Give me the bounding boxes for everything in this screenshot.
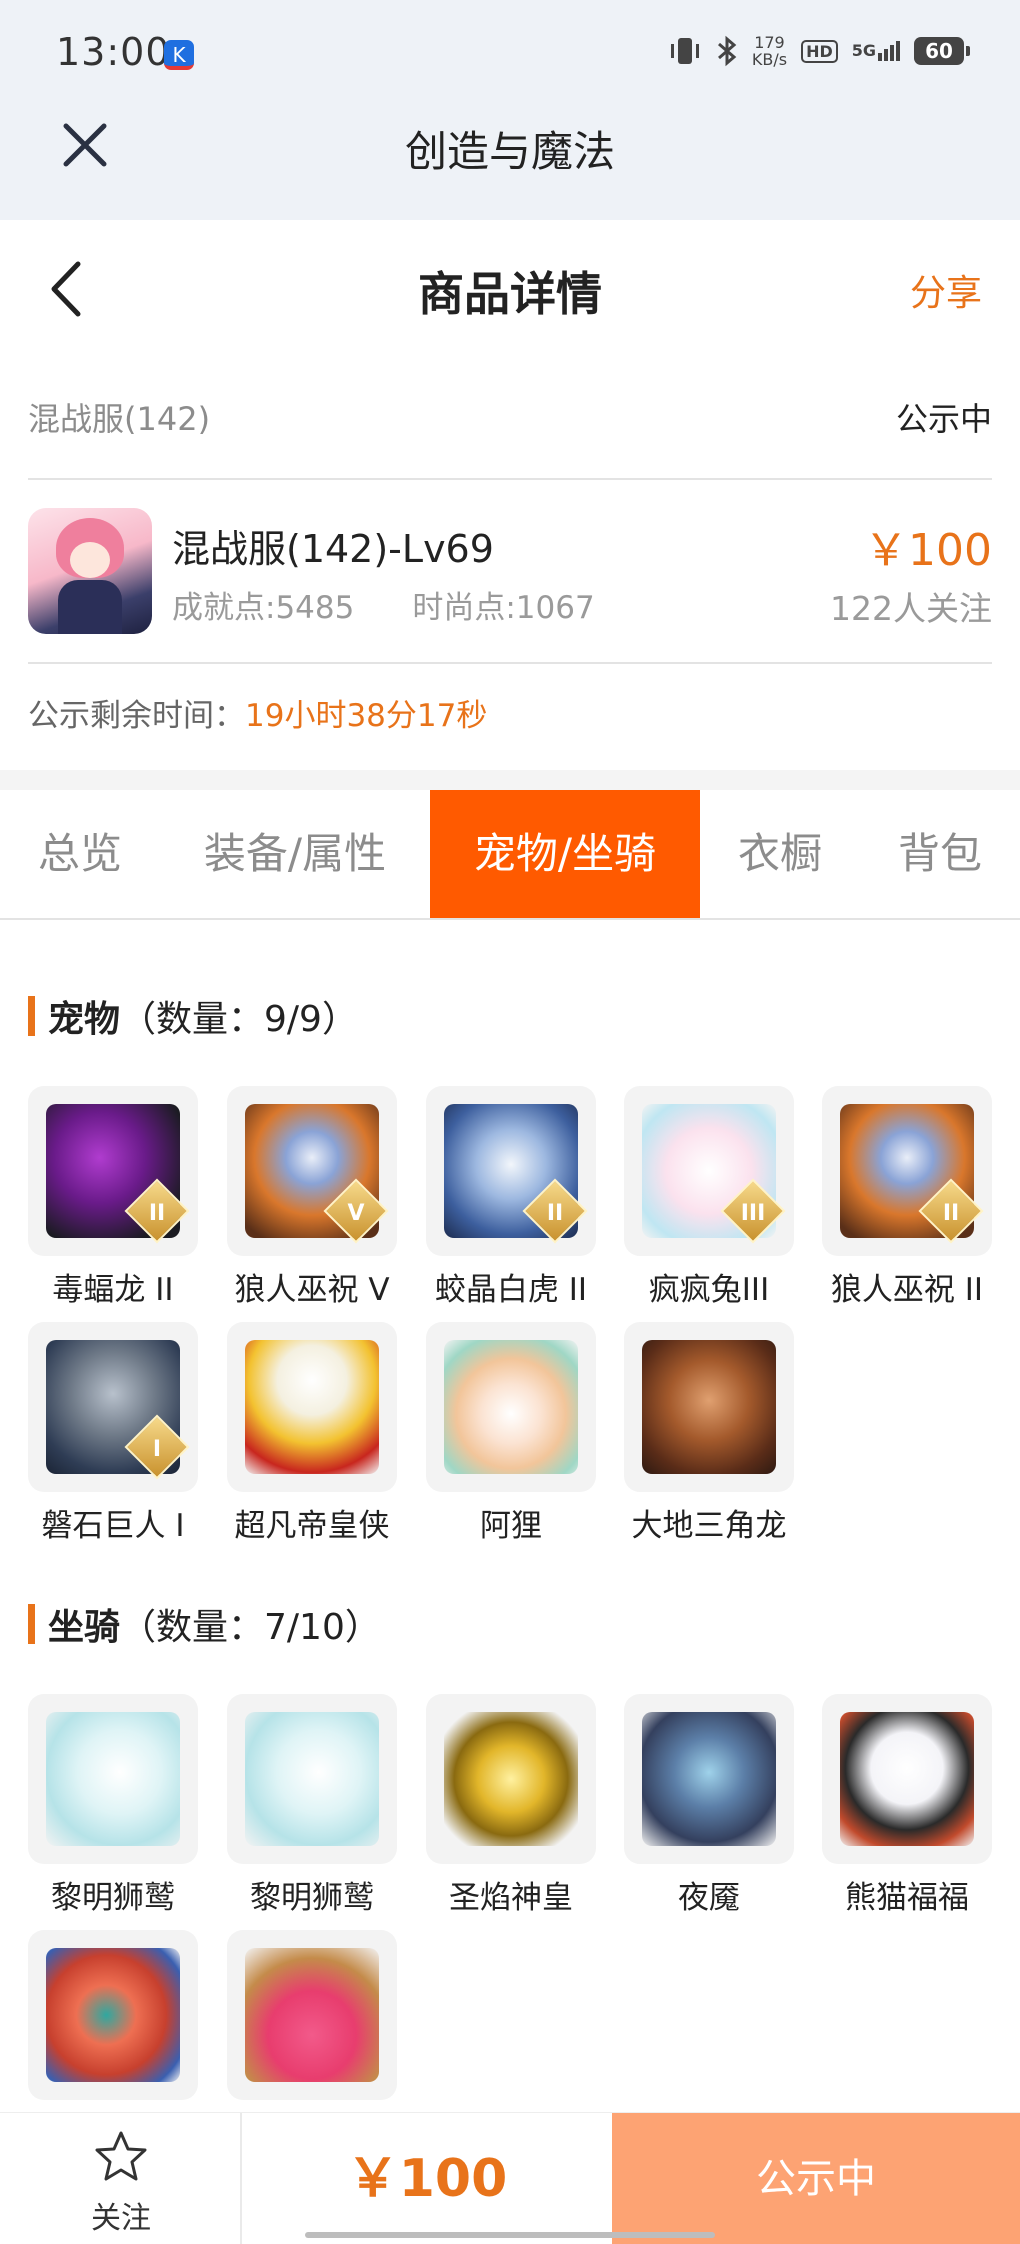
- notification-app-icon: K: [164, 40, 194, 70]
- app-title: 创造与魔法: [404, 127, 615, 176]
- star-icon: [95, 2131, 147, 2181]
- achievement-points: 成就点:5485: [172, 590, 355, 626]
- stone-giant-pet-icon: I: [28, 1322, 198, 1492]
- vibrate-icon: [670, 38, 699, 64]
- follower-count: 122人关注: [830, 589, 992, 628]
- status-icons: 179 KB/s HD 5G 60: [668, 33, 970, 69]
- tab-equipment[interactable]: 装备/属性: [160, 790, 430, 918]
- nightmare-mount-icon: [624, 1694, 794, 1864]
- pet-name: 疯疯兔III: [648, 1272, 770, 1308]
- pet-name: 狼人巫祝 II: [830, 1272, 984, 1308]
- triceratops-pet-icon: [624, 1322, 794, 1492]
- mount-card[interactable]: 熊猫福福: [822, 1694, 992, 1917]
- rabbit-pet-icon: III: [624, 1086, 794, 1256]
- panda-mount-icon: [822, 1694, 992, 1864]
- tab-pets-mounts[interactable]: 宠物/坐骑: [430, 790, 700, 918]
- pet-name: 磐石巨人 I: [41, 1508, 185, 1544]
- page-header: 商品详情 分享: [0, 220, 1020, 360]
- pet-card[interactable]: II 狼人巫祝 II: [822, 1086, 992, 1309]
- section-divider: [0, 770, 1020, 790]
- tab-backpack[interactable]: 背包: [860, 790, 1020, 918]
- mount-name: 圣焰神皇: [449, 1880, 573, 1916]
- mount-name: 夜魇: [678, 1880, 740, 1916]
- pet-name: 阿狸: [480, 1508, 542, 1544]
- pet-card[interactable]: 大地三角龙: [624, 1322, 794, 1545]
- mount-card[interactable]: 夜魇: [624, 1694, 794, 1917]
- white-tiger-pet-icon: II: [426, 1086, 596, 1256]
- mount-card[interactable]: [28, 1930, 198, 2108]
- mount-name: 黎明狮鹫: [250, 1880, 374, 1916]
- app-top-area: 13:00 K 179 KB/s HD 5G 60 创造与魔法: [0, 0, 1020, 220]
- bottom-price: ￥100: [346, 2149, 508, 2209]
- golden-phoenix-mount-icon: [426, 1694, 596, 1864]
- listing-status: 公示中: [895, 400, 992, 438]
- page-title: 商品详情: [418, 267, 602, 321]
- mount-card[interactable]: [227, 1930, 397, 2108]
- dragon-pet-icon: II: [28, 1086, 198, 1256]
- bluetooth-icon: [717, 35, 737, 67]
- hd-icon: HD: [801, 39, 838, 63]
- remaining-time: 公示剩余时间：19小时38分17秒: [28, 690, 487, 735]
- griffin-mount-icon: [227, 1694, 397, 1864]
- pet-name: 毒蝠龙 II: [52, 1272, 174, 1308]
- character-avatar: [28, 508, 152, 634]
- follow-label: 关注: [91, 2201, 151, 2236]
- fashion-points: 时尚点:1067: [412, 590, 595, 626]
- bottom-action-bar: 关注 ￥100 公示中: [0, 2112, 1020, 2244]
- product-price: ￥100: [864, 525, 992, 576]
- mounts-section-title: 坐骑（数量：7/10）: [28, 1598, 381, 1650]
- griffin-mount-icon: [28, 1694, 198, 1864]
- tab-wardrobe[interactable]: 衣橱: [700, 790, 860, 918]
- server-row: 混战服(142) 公示中: [28, 360, 992, 480]
- status-time: 13:00: [56, 30, 171, 74]
- pet-card[interactable]: II 毒蝠龙 II: [28, 1086, 198, 1309]
- pet-card[interactable]: V 狼人巫祝 V: [227, 1086, 397, 1309]
- server-name: 混战服(142): [28, 400, 211, 438]
- net-speed: 179 KB/s: [751, 33, 788, 69]
- pet-name: 大地三角龙: [631, 1508, 787, 1544]
- product-summary[interactable]: 混战服(142)-Lv69 成就点:5485 时尚点:1067 ￥100 122…: [28, 482, 992, 664]
- product-title: 混战服(142)-Lv69: [172, 527, 494, 571]
- pet-name: 狼人巫祝 V: [234, 1272, 390, 1308]
- follow-button[interactable]: 关注: [0, 2113, 242, 2244]
- mount-card[interactable]: 圣焰神皇: [426, 1694, 596, 1917]
- werewolf-pet-icon: V: [227, 1086, 397, 1256]
- remaining-time-value: 19小时38分17秒: [245, 698, 488, 734]
- basket-mount-icon: [227, 1930, 397, 2100]
- pet-card[interactable]: 超凡帝皇侠: [227, 1322, 397, 1545]
- share-button[interactable]: 分享: [910, 264, 982, 316]
- mount-card[interactable]: 黎明狮鹫: [227, 1694, 397, 1917]
- ali-pet-icon: [426, 1322, 596, 1492]
- tab-overview[interactable]: 总览: [0, 790, 160, 918]
- mount-name: 熊猫福福: [845, 1880, 969, 1916]
- remaining-time-label: 公示剩余时间：: [28, 698, 245, 734]
- emperor-pet-icon: [227, 1322, 397, 1492]
- home-indicator[interactable]: [305, 2232, 715, 2238]
- pet-card[interactable]: 阿狸: [426, 1322, 596, 1545]
- pet-name: 超凡帝皇侠: [234, 1508, 390, 1544]
- werewolf-pet-icon: II: [822, 1086, 992, 1256]
- pet-card[interactable]: III 疯疯兔III: [624, 1086, 794, 1309]
- pet-card[interactable]: II 蛟晶白虎 II: [426, 1086, 596, 1309]
- network-type: 5G: [851, 41, 876, 60]
- signal-icon: 5G: [852, 41, 900, 61]
- pet-name: 蛟晶白虎 II: [434, 1272, 588, 1308]
- detail-tabs: 总览 装备/属性 宠物/坐骑 衣橱 背包: [0, 790, 1020, 920]
- mount-card[interactable]: 黎明狮鹫: [28, 1694, 198, 1917]
- status-button[interactable]: 公示中: [612, 2113, 1020, 2244]
- battery-icon: 60: [914, 37, 970, 65]
- fish-mount-icon: [28, 1930, 198, 2100]
- product-meta: 成就点:5485 时尚点:1067: [172, 582, 595, 627]
- pets-section-title: 宠物（数量：9/9）: [28, 990, 358, 1042]
- mount-name: 黎明狮鹫: [51, 1880, 175, 1916]
- pet-card[interactable]: I 磐石巨人 I: [28, 1322, 198, 1545]
